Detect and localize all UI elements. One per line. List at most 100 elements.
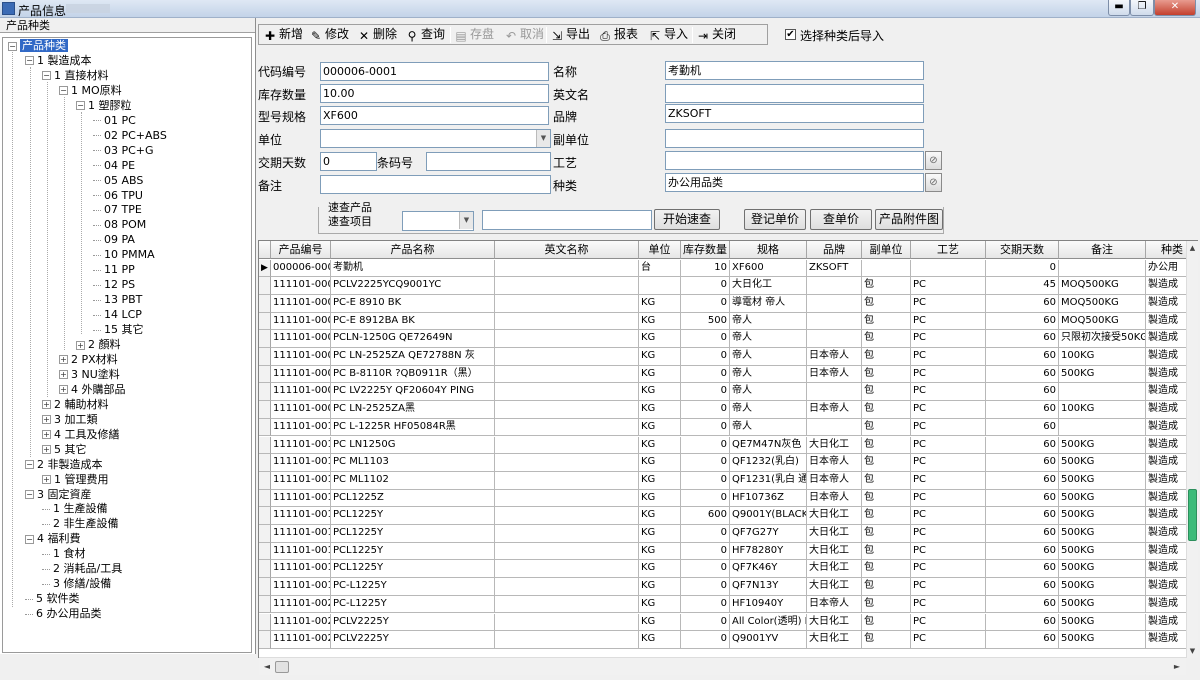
table-cell[interactable]: KG: [639, 312, 681, 331]
table-cell[interactable]: PC LV2225Y QF20604Y PING: [331, 383, 495, 402]
row-indicator[interactable]: [259, 294, 271, 313]
tree-node[interactable]: 5 软件类: [25, 591, 80, 606]
tree-node[interactable]: 3 修繕/設備: [42, 576, 111, 591]
table-cell[interactable]: 0: [681, 631, 730, 649]
expand-icon[interactable]: +: [59, 370, 68, 380]
table-cell[interactable]: 0: [681, 595, 730, 614]
barcode-field[interactable]: [426, 152, 551, 171]
table-cell[interactable]: ZKSOFT: [807, 259, 862, 278]
table-cell[interactable]: 包: [862, 365, 911, 384]
table-cell[interactable]: 60: [986, 613, 1059, 632]
collapse-icon[interactable]: −: [42, 71, 51, 81]
table-cell[interactable]: 0: [681, 454, 730, 472]
table-cell[interactable]: [862, 259, 911, 278]
table-cell[interactable]: 0: [681, 277, 730, 295]
table-cell[interactable]: 0: [681, 418, 730, 437]
table-cell[interactable]: 0: [681, 578, 730, 596]
expand-icon[interactable]: +: [42, 400, 51, 410]
column-header[interactable]: 工艺: [911, 241, 986, 259]
table-cell[interactable]: 600: [681, 507, 730, 525]
tree-node[interactable]: 1 生產設備: [42, 501, 108, 516]
table-cell[interactable]: PC: [911, 365, 986, 384]
table-cell[interactable]: 10: [681, 259, 730, 278]
tree-node[interactable]: 14 LCP: [93, 307, 142, 322]
table-cell[interactable]: [911, 259, 986, 278]
row-indicator[interactable]: [259, 471, 271, 490]
table-cell[interactable]: 111101-0005: [271, 330, 331, 348]
table-cell[interactable]: 500KG: [1059, 631, 1146, 649]
tree-node[interactable]: 07 TPE: [93, 202, 142, 217]
expand-icon[interactable]: +: [42, 445, 51, 455]
scroll-right-icon[interactable]: ►: [1171, 660, 1183, 674]
tree-node[interactable]: +5 其它: [42, 442, 87, 457]
table-cell[interactable]: 111101-0018: [271, 560, 331, 579]
tree-node[interactable]: 01 PC: [93, 113, 136, 128]
row-indicator[interactable]: [259, 401, 271, 419]
table-cell[interactable]: PC: [911, 542, 986, 561]
table-cell[interactable]: 大日化工: [807, 542, 862, 561]
table-cell[interactable]: [1059, 418, 1146, 437]
table-cell[interactable]: MOQ500KG: [1059, 277, 1146, 295]
row-indicator[interactable]: [259, 348, 271, 366]
table-cell[interactable]: 包: [862, 471, 911, 490]
table-cell[interactable]: 導電材 帝人: [730, 294, 807, 313]
table-cell[interactable]: 60: [986, 436, 1059, 455]
grid-vertical-scrollbar[interactable]: ▲ ▼: [1186, 241, 1198, 658]
process-picker-button[interactable]: ⊘: [925, 151, 942, 170]
expand-icon[interactable]: +: [59, 385, 68, 395]
table-cell[interactable]: 100KG: [1059, 401, 1146, 419]
column-header[interactable]: 交期天数: [986, 241, 1059, 259]
table-cell[interactable]: KG: [639, 631, 681, 649]
table-cell[interactable]: PCL1225Y: [331, 542, 495, 561]
table-cell[interactable]: PC: [911, 383, 986, 402]
english-name-field[interactable]: [665, 84, 924, 103]
table-cell[interactable]: 111101-0007: [271, 365, 331, 384]
table-cell[interactable]: PC: [911, 578, 986, 596]
row-indicator[interactable]: [259, 277, 271, 295]
row-indicator[interactable]: [259, 365, 271, 384]
tree-node[interactable]: −1 MO原料: [59, 83, 122, 98]
table-cell[interactable]: 111101-0010: [271, 418, 331, 437]
table-cell[interactable]: 60: [986, 365, 1059, 384]
expand-icon[interactable]: +: [59, 355, 68, 365]
table-cell[interactable]: 500KG: [1059, 542, 1146, 561]
row-indicator[interactable]: [259, 489, 271, 508]
row-indicator[interactable]: [259, 542, 271, 561]
table-cell[interactable]: Q9001YV: [730, 631, 807, 649]
table-cell[interactable]: 0: [681, 436, 730, 455]
table-cell[interactable]: 111101-0014: [271, 489, 331, 508]
table-cell[interactable]: PC ML1102: [331, 471, 495, 490]
table-cell[interactable]: 111101-0012: [271, 454, 331, 472]
grid-horizontal-scrollbar[interactable]: ◄ ►: [259, 657, 1186, 675]
table-cell[interactable]: 包: [862, 418, 911, 437]
table-cell[interactable]: [495, 613, 639, 632]
table-cell[interactable]: 500KG: [1059, 454, 1146, 472]
table-cell[interactable]: [495, 294, 639, 313]
unit-select[interactable]: ▼: [320, 129, 551, 148]
table-cell[interactable]: QF1232(乳白): [730, 454, 807, 472]
tree-node[interactable]: 09 PA: [93, 232, 135, 247]
tree-node[interactable]: − 产品种类: [8, 38, 68, 53]
table-cell[interactable]: 60: [986, 312, 1059, 331]
table-cell[interactable]: [495, 507, 639, 525]
table-cell[interactable]: 500: [681, 312, 730, 331]
table-cell[interactable]: 500KG: [1059, 595, 1146, 614]
table-cell[interactable]: PC: [911, 348, 986, 366]
column-header[interactable]: 副单位: [862, 241, 911, 259]
toolbar-button-8[interactable]: ⎙ 报表: [597, 26, 638, 44]
table-cell[interactable]: [1059, 259, 1146, 278]
column-header[interactable]: 产品名称: [331, 241, 495, 259]
table-cell[interactable]: 包: [862, 401, 911, 419]
table-cell[interactable]: 帝人: [730, 312, 807, 331]
table-cell[interactable]: 0: [681, 294, 730, 313]
tree-node[interactable]: 2 消耗品/工具: [42, 561, 122, 576]
table-cell[interactable]: QF7N13Y: [730, 578, 807, 596]
tree-node[interactable]: −2 非製造成本: [25, 457, 103, 472]
table-cell[interactable]: 包: [862, 631, 911, 649]
table-cell[interactable]: 111101-0020: [271, 595, 331, 614]
table-cell[interactable]: 60: [986, 631, 1059, 649]
maximize-button[interactable]: ❐: [1130, 0, 1154, 16]
tree-node[interactable]: −1 直接材料: [42, 68, 109, 83]
table-cell[interactable]: KG: [639, 613, 681, 632]
table-cell[interactable]: QF1231(乳白 通用): [730, 471, 807, 490]
